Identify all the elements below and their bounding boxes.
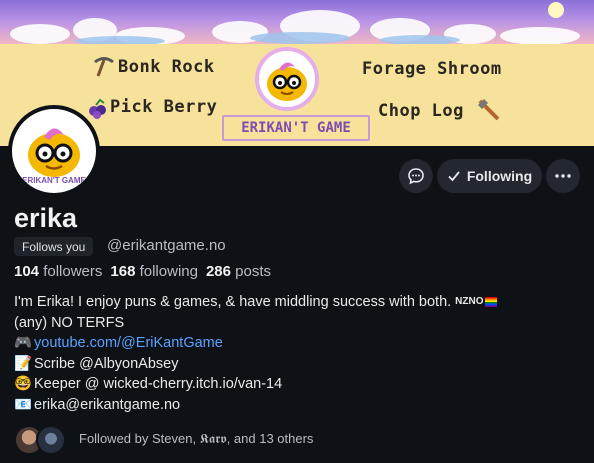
email-icon: 📧 [14, 396, 33, 413]
banner-logo-label: ERIKAN'T GAME [222, 115, 370, 141]
following-button[interactable]: Following [437, 159, 542, 193]
chat-bubble-icon [408, 168, 424, 185]
game-controller-icon: 🎮 [14, 335, 33, 351]
banner-chop-log: Chop Log [378, 101, 464, 121]
display-name: erika [14, 203, 78, 233]
pickaxe-icon [94, 57, 114, 77]
bio-line-pronouns: (any) NO TERFS [14, 313, 584, 334]
follows-you-badge: Follows you [14, 237, 94, 256]
followers-stat[interactable]: 104 followers [14, 263, 102, 280]
blob-mascot-icon [267, 62, 307, 101]
blob-mascot-icon [28, 128, 80, 177]
banner-pick-berry: Pick Berry [110, 97, 218, 117]
bio-line-intro: I'm Erika! I enjoy puns & games, & have … [14, 292, 584, 313]
profile-stats: 104 followers 168 following 286 posts [14, 263, 271, 280]
following-label: following [139, 263, 198, 280]
bio-pronouns-text: (any) NO TERFS [14, 314, 125, 331]
pride-flag-icon [484, 297, 497, 308]
bio-line-keeper: 🤓 Keeper @ wicked-cherry.itch.io/van-14 [14, 374, 584, 395]
avatar-label: ERIKAN'T GAME [22, 176, 86, 185]
posts-label: posts [235, 263, 272, 280]
checkmark-icon [448, 171, 460, 182]
banner-logo [255, 47, 319, 111]
memo-icon: 📝 [14, 355, 33, 372]
bio-line-scribe: 📝 Scribe @AlbyonAbsey [14, 354, 584, 375]
profile-handle: @erikantgame.no [107, 237, 226, 254]
more-options-button[interactable] [546, 159, 580, 193]
followers-count: 104 [14, 263, 40, 280]
following-button-label: Following [466, 168, 533, 184]
followed-by-text[interactable]: Followed by Steven, 𝕶𝖆𝖗𝖛, and 13 others [79, 431, 313, 447]
banner-sky [0, 0, 594, 44]
following-count: 168 [110, 263, 136, 280]
message-button[interactable] [399, 159, 433, 193]
bio-line-email: 📧 erika@erikantgame.no [14, 395, 584, 416]
posts-stat[interactable]: 286 posts [206, 263, 271, 280]
banner-forage-shroom: Forage Shroom [362, 59, 502, 79]
bio-intro-text: I'm Erika! I enjoy puns & games, & have … [14, 294, 452, 310]
axe-icon [478, 99, 500, 121]
bio-scribe-text: Scribe @AlbyonAbsey [34, 355, 179, 372]
ellipsis-icon [555, 174, 571, 178]
following-stat[interactable]: 168 following [110, 263, 198, 280]
banner-bonk-rock: Bonk Rock [118, 57, 215, 77]
profile-bio: I'm Erika! I enjoy puns & games, & have … [14, 292, 584, 415]
bio-pronoun-tag: NZNO [455, 296, 484, 307]
bio-email-text: erika@erikantgame.no [34, 396, 181, 413]
youtube-link[interactable]: youtube.com/@EriKantGame [34, 333, 223, 354]
bio-keeper-text: Keeper @ wicked-cherry.itch.io/van-14 [34, 376, 283, 392]
nerd-face-icon: 🤓 [14, 376, 33, 392]
avatar [36, 425, 66, 455]
known-followers-avatars[interactable] [14, 425, 70, 455]
followers-label: followers [43, 263, 103, 280]
avatar[interactable]: ERIKAN'T GAME [8, 105, 100, 197]
banner-clouds [10, 2, 580, 44]
bio-line-youtube: 🎮 youtube.com/@EriKantGame [14, 333, 584, 354]
posts-count: 286 [205, 263, 231, 280]
